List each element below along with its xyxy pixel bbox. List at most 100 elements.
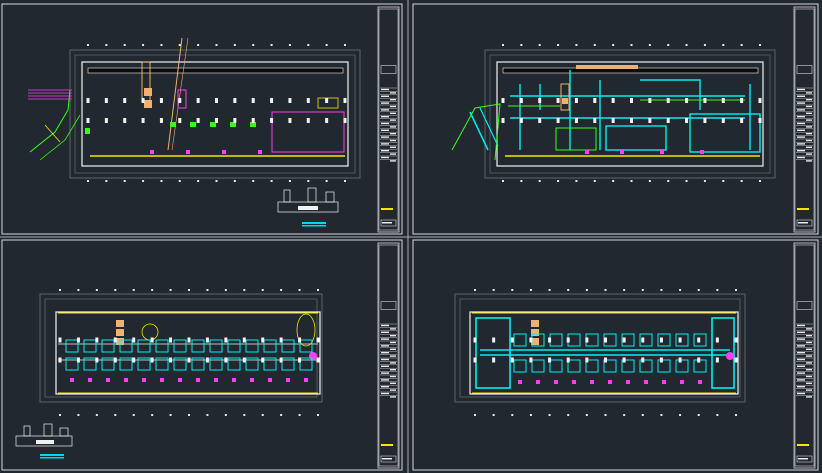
grid-marker — [520, 44, 523, 46]
grid-marker — [567, 414, 570, 416]
column — [325, 98, 329, 103]
grid-marker — [538, 180, 541, 182]
grid-marker — [280, 289, 283, 291]
title-block-icon[interactable] — [793, 6, 816, 233]
column — [510, 337, 514, 343]
room-unit — [549, 333, 563, 347]
column — [593, 118, 597, 123]
grid-marker — [132, 414, 135, 416]
grid-marker — [759, 180, 761, 182]
column — [697, 337, 701, 343]
column — [574, 98, 578, 103]
room-unit — [281, 339, 295, 353]
grid-marker — [178, 44, 181, 46]
column — [715, 337, 719, 343]
grid-marker — [197, 44, 200, 46]
column — [529, 357, 533, 363]
grid-marker — [679, 414, 682, 416]
room-unit — [675, 359, 689, 373]
column — [187, 337, 191, 343]
grid-marker — [474, 289, 476, 291]
column — [261, 357, 265, 363]
grid-marker — [667, 44, 670, 46]
grid-marker — [270, 180, 273, 182]
grid-marker — [557, 44, 560, 46]
title-block-icon[interactable] — [793, 242, 816, 469]
room-unit — [155, 339, 169, 353]
room-unit — [137, 339, 151, 353]
room-unit — [263, 339, 277, 353]
column — [76, 337, 80, 343]
room-unit — [675, 333, 689, 347]
plan-top-left[interactable] — [28, 37, 361, 227]
room-unit — [191, 339, 205, 353]
column — [659, 337, 663, 343]
grid-marker — [280, 414, 283, 416]
column — [251, 118, 255, 123]
column — [721, 118, 725, 123]
column — [150, 357, 154, 363]
column — [734, 357, 738, 363]
column — [325, 118, 329, 123]
column — [316, 357, 320, 363]
column — [611, 98, 615, 103]
grid-marker — [233, 44, 236, 46]
diffuser — [214, 378, 218, 382]
column — [233, 118, 237, 123]
room-unit — [549, 359, 563, 373]
grid-marker — [261, 289, 264, 291]
sheet-frame-top-left[interactable] — [1, 3, 403, 235]
column — [548, 357, 552, 363]
title-block-icon[interactable] — [377, 242, 400, 469]
grid-marker — [261, 414, 264, 416]
title-block-icon[interactable] — [377, 6, 400, 233]
column — [734, 337, 738, 343]
grid-marker — [511, 414, 514, 416]
column — [648, 118, 652, 123]
grid-marker — [685, 44, 688, 46]
grid-marker — [735, 414, 737, 416]
grid-marker — [630, 44, 633, 46]
grid-marker — [114, 414, 117, 416]
column — [622, 337, 626, 343]
grid-marker — [474, 414, 476, 416]
column — [538, 118, 542, 123]
grid-marker — [722, 180, 725, 182]
plan-top-right[interactable] — [451, 44, 776, 182]
diffuser — [70, 378, 74, 382]
grid-marker — [87, 180, 89, 182]
column — [123, 118, 127, 123]
column — [169, 337, 173, 343]
grid-marker — [59, 414, 61, 416]
column — [288, 118, 292, 123]
diffuser — [196, 378, 200, 382]
grid-marker — [593, 44, 596, 46]
plan-bottom-left[interactable] — [15, 289, 323, 459]
column — [501, 98, 505, 103]
column — [141, 118, 145, 123]
grid-marker — [325, 180, 328, 182]
diffuser — [662, 380, 666, 384]
column — [685, 118, 689, 123]
grid-marker — [759, 44, 761, 46]
room-unit — [209, 339, 223, 353]
column — [510, 357, 514, 363]
column — [150, 337, 154, 343]
cad-drawing-canvas[interactable] — [0, 0, 822, 473]
column — [604, 357, 607, 363]
column — [76, 357, 80, 363]
grid-marker — [288, 44, 291, 46]
column — [251, 98, 255, 103]
column — [703, 98, 707, 103]
sheet-frame-bottom-left[interactable] — [1, 239, 403, 471]
grid-marker — [735, 289, 737, 291]
grid-marker — [142, 44, 145, 46]
column — [758, 98, 762, 103]
diffuser — [590, 380, 594, 384]
plan-bottom-right[interactable] — [454, 289, 746, 416]
grid-marker — [142, 180, 145, 182]
column — [187, 357, 191, 363]
grid-marker — [197, 180, 200, 182]
grid-marker — [520, 180, 523, 182]
grid-marker — [697, 289, 700, 291]
